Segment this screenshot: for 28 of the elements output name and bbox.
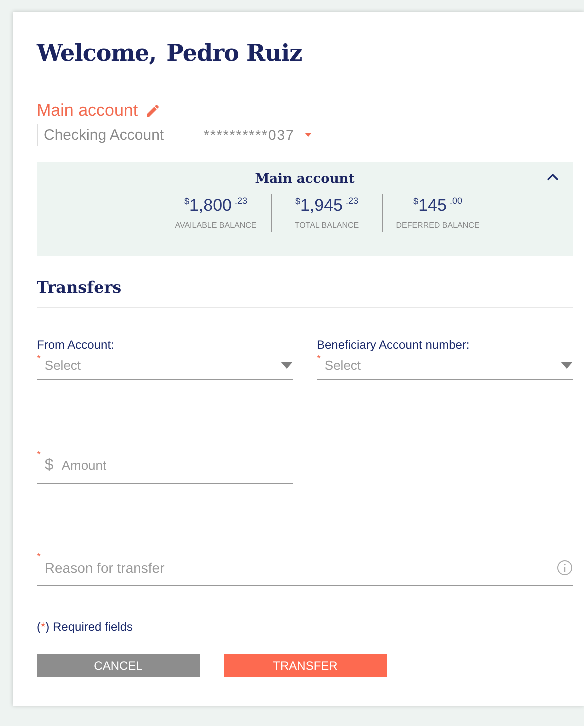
account-number: **********037 xyxy=(204,127,295,143)
transfer-button[interactable]: TRANSFER xyxy=(224,654,387,677)
balance-label: TOTAL BALANCE xyxy=(294,221,360,230)
info-icon[interactable] xyxy=(557,560,573,576)
dropdown-icon[interactable] xyxy=(561,362,573,369)
caret-icon[interactable] xyxy=(304,133,312,137)
cancel-button[interactable]: CANCEL xyxy=(37,654,200,677)
account-label: Main account xyxy=(37,101,138,121)
welcome-heading: Welcome, xyxy=(37,40,157,67)
balance-amount: $^{$}$145 $^{.00}$ xyxy=(412,196,464,216)
required-note: (*) Required fields xyxy=(37,620,134,634)
account-type: Checking Account xyxy=(44,126,166,144)
balance-label: AVAILABLE BALANCE xyxy=(174,221,258,230)
user-name: Pedro Ruiz xyxy=(166,40,302,67)
amount-field[interactable]: $^{*}$ $ Amount xyxy=(37,448,293,484)
chevron-up-icon[interactable] xyxy=(547,174,559,181)
balance-amount: $^{$}$1,800 $^{.23}$ xyxy=(183,196,249,216)
reason-field[interactable]: $^{*}$ Reason for transfer xyxy=(37,550,573,586)
dropdown-icon[interactable] xyxy=(281,362,293,369)
section-title: Transfers xyxy=(37,278,573,308)
balance-amount: $^{$}$1,945 $^{.23}$ xyxy=(294,196,360,216)
select-field[interactable]: $^{*}$ Select xyxy=(317,352,573,380)
select-field[interactable]: $^{*}$ Select xyxy=(37,352,293,380)
balance-label: DEFERRED BALANCE xyxy=(395,221,481,230)
field-label: From Account: xyxy=(37,338,116,352)
field-label: Beneficiary Account number: xyxy=(317,338,471,352)
panel-title: Main account xyxy=(255,172,355,187)
pencil-icon[interactable] xyxy=(146,104,160,118)
